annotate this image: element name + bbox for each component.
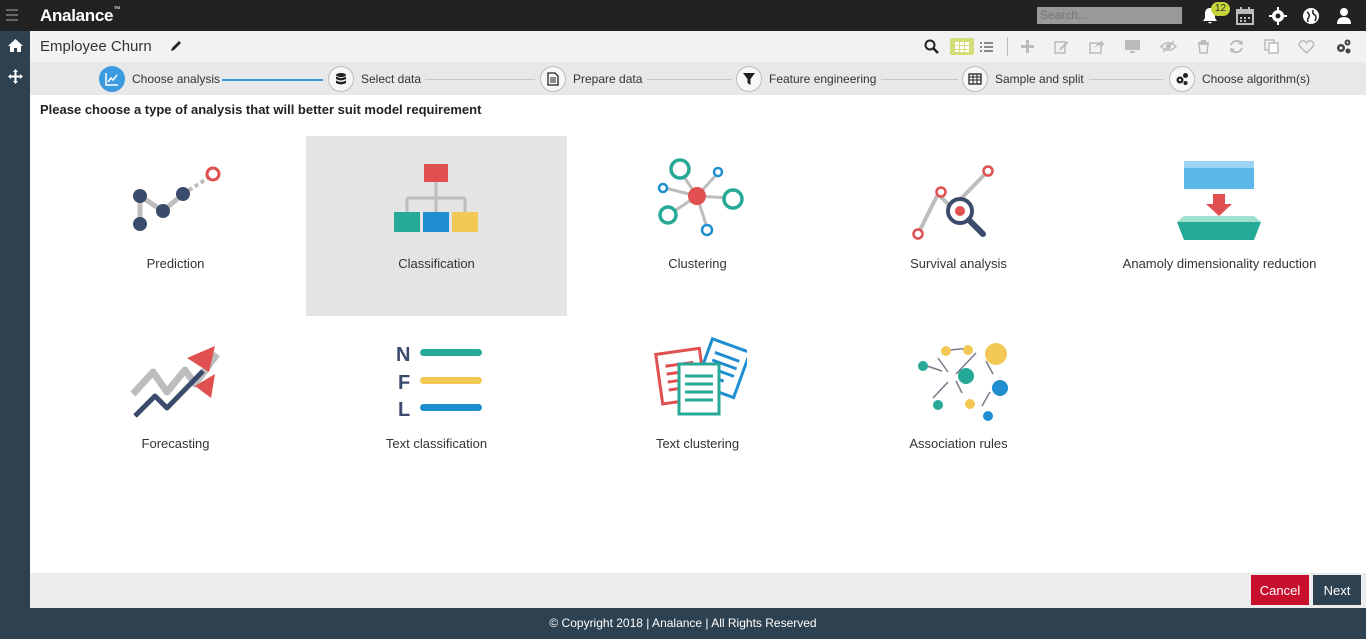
globe-icon[interactable] <box>1301 6 1321 26</box>
svg-text:N: N <box>396 344 410 366</box>
step-label: Choose analysis <box>132 72 221 86</box>
analysis-tile-forecasting[interactable]: Forecasting <box>45 316 306 496</box>
app-logo[interactable]: Analance™ <box>40 6 120 26</box>
step-connector <box>425 79 535 80</box>
step-circle <box>540 66 566 92</box>
tile-label: Clustering <box>668 256 727 271</box>
top-bar: Analance™ 12 <box>0 0 1366 31</box>
step-circle <box>99 66 125 92</box>
plus-icon[interactable] <box>1019 38 1036 55</box>
step-label: Feature engineering <box>769 72 877 86</box>
gear-icon[interactable] <box>1268 6 1288 26</box>
table-icon <box>968 73 982 85</box>
analysis-tile-classification[interactable]: Classification <box>306 136 567 316</box>
logo-text: Analance <box>40 6 114 25</box>
tile-label: Association rules <box>909 436 1008 451</box>
step-connector <box>222 79 323 81</box>
step-circle <box>328 66 354 92</box>
database-icon <box>336 73 346 85</box>
pencil-icon[interactable] <box>169 39 183 53</box>
calendar-icon[interactable] <box>1235 6 1255 26</box>
step-label: Sample and split <box>995 72 1084 86</box>
cancel-button[interactable]: Cancel <box>1251 575 1309 605</box>
page-header: Employee Churn <box>30 31 1366 62</box>
toolbar-separator <box>1007 37 1008 56</box>
notification-badge[interactable]: 12 <box>1211 2 1230 16</box>
settings-cogs-icon[interactable] <box>1335 38 1352 55</box>
document-icon <box>547 72 559 86</box>
copyright-text: © Copyright 2018 | Analance | All Rights… <box>549 616 817 630</box>
analysis-tile-clustering[interactable]: Clustering <box>567 136 828 316</box>
text-clustering-icon <box>654 336 747 416</box>
tile-label: Classification <box>398 256 475 271</box>
page-title: Employee Churn <box>40 38 152 55</box>
analysis-type-grid: Prediction Classification Clustering Sur… <box>30 121 1366 573</box>
step-connector <box>1089 79 1163 80</box>
tile-label: Forecasting <box>141 436 210 451</box>
grid-view-icon[interactable] <box>950 38 974 55</box>
analysis-tile-survival-analysis[interactable]: Survival analysis <box>828 136 1089 316</box>
home-icon[interactable] <box>7 37 24 54</box>
user-icon[interactable] <box>1334 6 1354 26</box>
search-icon[interactable] <box>923 38 940 55</box>
prediction-icon <box>133 166 221 231</box>
text-classification-icon: N F L <box>396 344 482 421</box>
tile-label: Prediction <box>146 256 205 271</box>
move-icon[interactable] <box>7 68 24 85</box>
logo-trademark: ™ <box>113 6 120 13</box>
tile-label: Survival analysis <box>910 256 1007 271</box>
filter-icon <box>743 73 755 85</box>
step-connector <box>881 79 958 80</box>
list-view-icon[interactable] <box>978 38 995 55</box>
step-label: Select data <box>361 72 422 86</box>
step-connector <box>647 79 732 80</box>
wizard-stepper: Choose analysis Select data Prepare data… <box>30 62 1366 95</box>
dimensionality-reduction-icon <box>1177 161 1261 240</box>
instruction-text: Please choose a type of analysis that wi… <box>40 102 482 117</box>
analysis-tile-dimensionality-reduction[interactable]: Anamoly dimensionality reduction <box>1089 136 1350 316</box>
analysis-tile-text-classification[interactable]: N F L Text classification <box>306 316 567 496</box>
heart-icon[interactable] <box>1298 38 1315 55</box>
edit-icon[interactable] <box>1053 38 1070 55</box>
copy-icon[interactable] <box>1263 38 1280 55</box>
association-rules-icon <box>918 343 1008 421</box>
svg-text:F: F <box>398 372 410 394</box>
line-chart-icon <box>105 73 118 86</box>
analysis-tile-association-rules[interactable]: Association rules <box>828 316 1089 496</box>
step-circle <box>736 66 762 92</box>
survival-analysis-icon <box>912 165 994 240</box>
svg-text:L: L <box>398 399 410 421</box>
clustering-icon <box>657 158 744 237</box>
sidebar <box>0 31 30 608</box>
classification-icon <box>394 164 478 232</box>
hide-icon[interactable] <box>1160 38 1177 55</box>
refresh-icon[interactable] <box>1228 38 1245 55</box>
tile-label: Anamoly dimensionality reduction <box>1122 256 1317 271</box>
step-circle <box>962 66 988 92</box>
tile-label: Text classification <box>385 436 488 451</box>
forecasting-icon <box>130 346 220 418</box>
step-label: Prepare data <box>573 72 643 86</box>
main-content: Employee Churn Choose analysis Select da… <box>30 31 1366 608</box>
next-button[interactable]: Next <box>1313 575 1361 605</box>
trash-icon[interactable] <box>1195 38 1212 55</box>
share-icon[interactable] <box>1088 38 1105 55</box>
cogs-icon <box>1176 73 1188 85</box>
analysis-tile-text-clustering[interactable]: Text clustering <box>567 316 828 496</box>
monitor-icon[interactable] <box>1124 38 1141 55</box>
analysis-tile-prediction[interactable]: Prediction <box>45 136 306 316</box>
step-circle <box>1169 66 1195 92</box>
tile-label: Text clustering <box>655 436 740 451</box>
search-input[interactable] <box>1037 7 1182 24</box>
step-label: Choose algorithm(s) <box>1202 72 1311 86</box>
hamburger-menu-icon[interactable] <box>6 9 18 21</box>
action-bar: Cancel Next <box>30 573 1366 608</box>
